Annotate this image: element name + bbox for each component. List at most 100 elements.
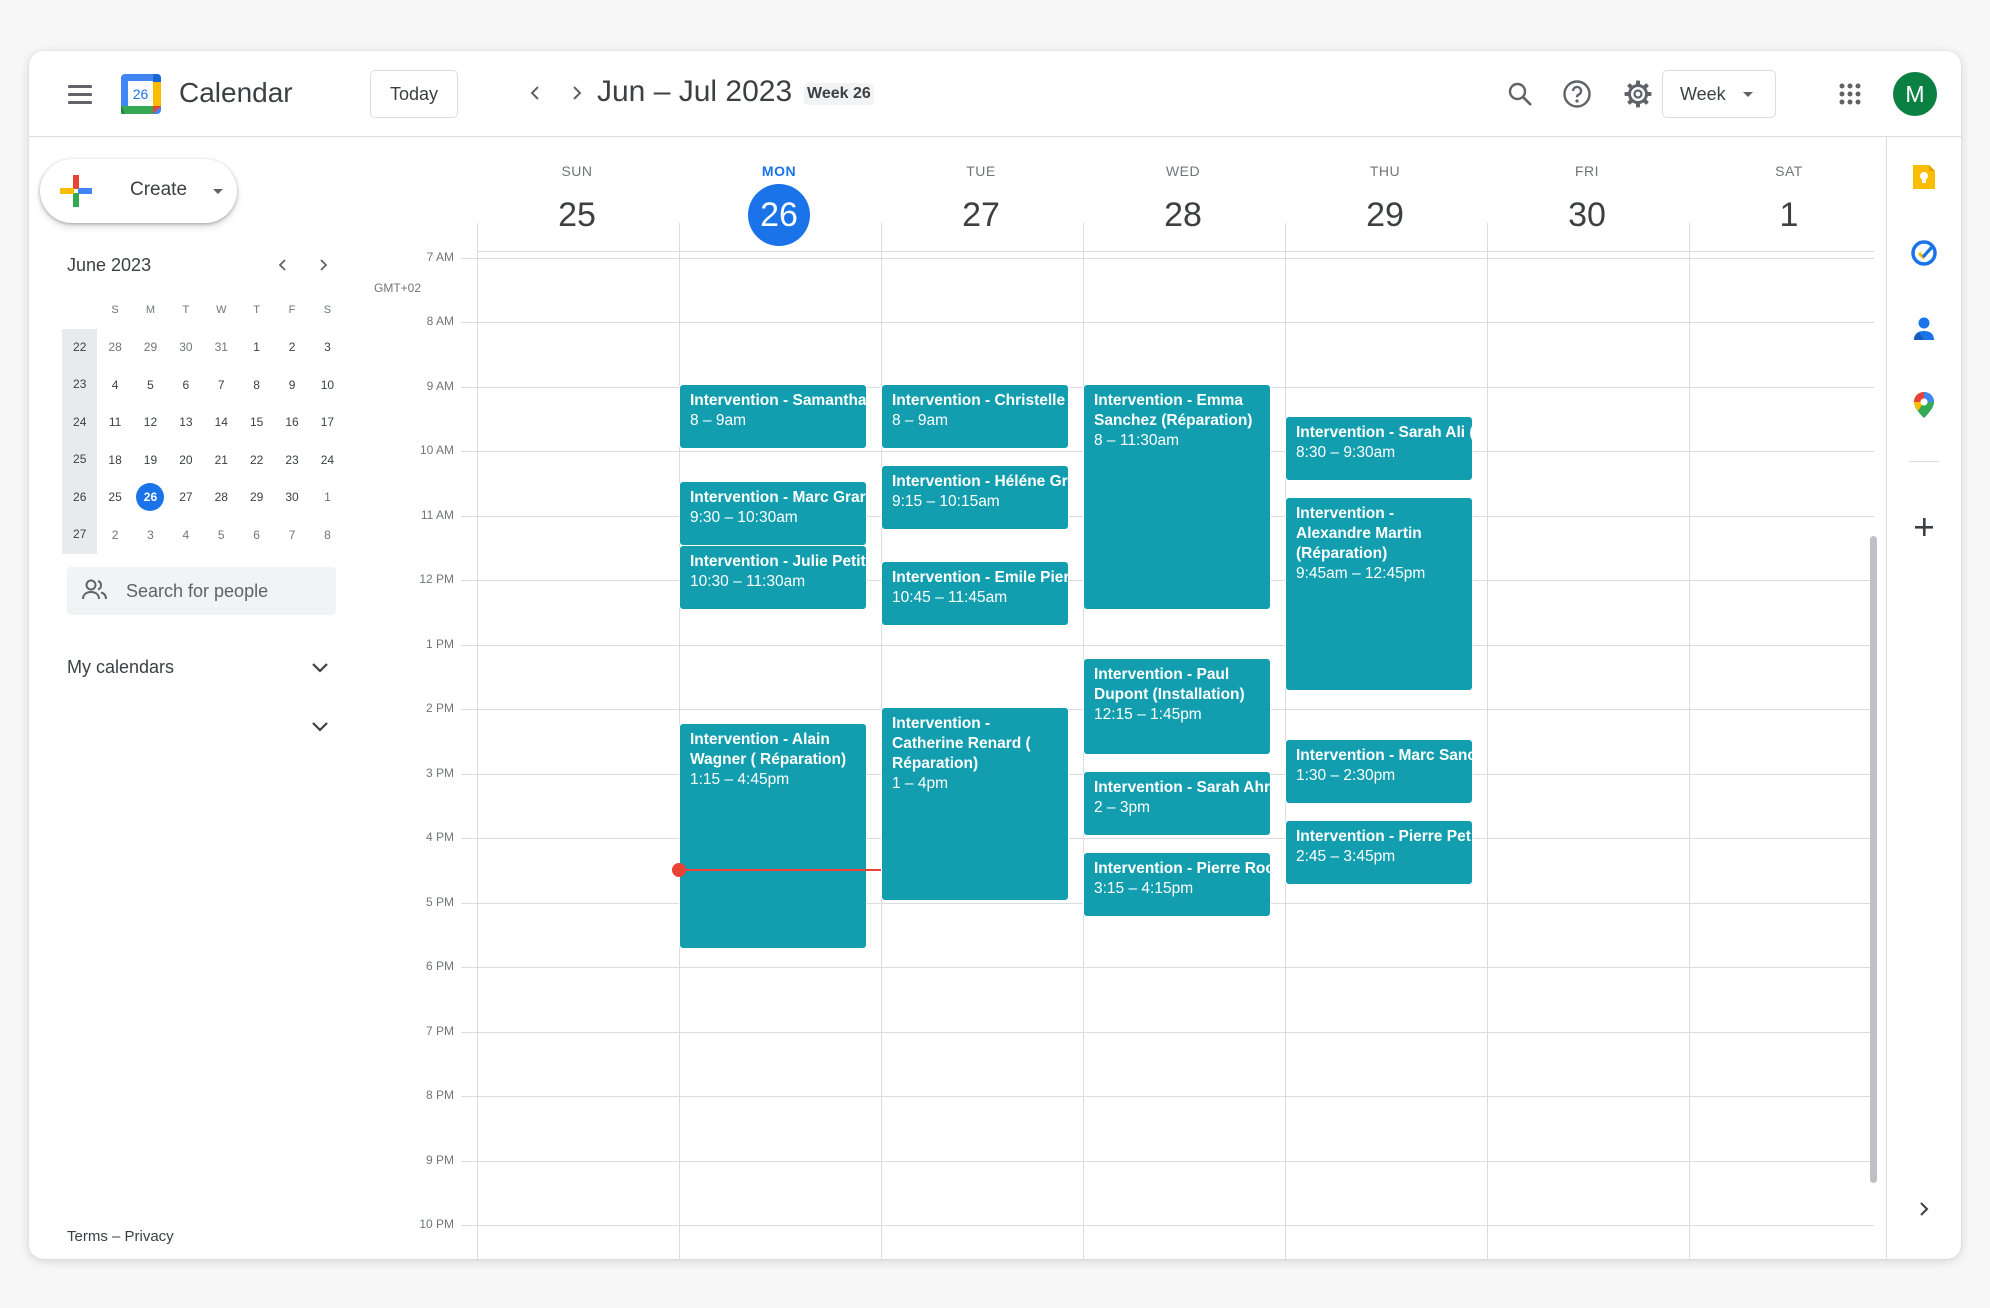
expand-panel-icon[interactable]: [1904, 1189, 1944, 1229]
mini-day[interactable]: 5: [133, 378, 168, 392]
event-wednesday-1[interactable]: Intervention - Emma Sanchez (Réparation)…: [1083, 384, 1271, 610]
create-button[interactable]: Create: [40, 159, 237, 223]
tasks-icon[interactable]: [1904, 233, 1944, 273]
settings-icon[interactable]: [1617, 73, 1659, 115]
today-button[interactable]: Today: [370, 70, 458, 118]
event-wednesday-4[interactable]: Intervention - Pierre Roc 3:15 – 4:15pm: [1083, 852, 1271, 917]
mini-day[interactable]: 27: [168, 490, 203, 504]
day-number[interactable]: 27: [950, 184, 1012, 246]
mini-week-number[interactable]: 23: [62, 366, 98, 404]
day-number[interactable]: 1: [1758, 184, 1820, 246]
mini-day[interactable]: 4: [97, 378, 132, 392]
mini-day[interactable]: 4: [168, 528, 203, 542]
next-week-icon[interactable]: [559, 75, 595, 111]
contacts-icon[interactable]: [1904, 309, 1944, 349]
day-header-thu[interactable]: THU 29: [1284, 137, 1486, 247]
mini-day[interactable]: 24: [310, 453, 345, 467]
mini-day[interactable]: 8: [239, 378, 274, 392]
day-number[interactable]: 28: [1152, 184, 1214, 246]
mini-day[interactable]: 6: [239, 528, 274, 542]
chevron-down-icon[interactable]: [306, 713, 334, 741]
mini-day[interactable]: 3: [133, 528, 168, 542]
maps-icon[interactable]: [1904, 385, 1944, 425]
keep-icon[interactable]: [1904, 157, 1944, 197]
mini-day[interactable]: 19: [133, 453, 168, 467]
mini-day[interactable]: 11: [97, 415, 132, 429]
event-tuesday-1[interactable]: Intervention - Christelle 8 – 9am: [881, 384, 1069, 449]
event-wednesday-2[interactable]: Intervention - Paul Dupont (Installation…: [1083, 658, 1271, 755]
event-monday-1[interactable]: Intervention - Samantha 8 – 9am: [679, 384, 867, 449]
mini-day[interactable]: 16: [274, 415, 309, 429]
day-header-wed[interactable]: WED 28: [1082, 137, 1284, 247]
mini-day[interactable]: 22: [239, 453, 274, 467]
mini-day[interactable]: 23: [274, 453, 309, 467]
mini-day[interactable]: 10: [310, 378, 345, 392]
mini-week-number[interactable]: 25: [62, 441, 98, 479]
view-selector[interactable]: Week: [1662, 70, 1776, 118]
day-number-today[interactable]: 26: [748, 184, 810, 246]
event-tuesday-3[interactable]: Intervention - Emile Pier 10:45 – 11:45a…: [881, 561, 1069, 626]
search-icon[interactable]: [1499, 73, 1541, 115]
mini-day[interactable]: 8: [310, 528, 345, 542]
my-calendars-label[interactable]: My calendars: [67, 657, 174, 678]
mini-day[interactable]: 9: [274, 378, 309, 392]
event-thursday-2[interactable]: Intervention - Alexandre Martin (Réparat…: [1285, 497, 1473, 691]
mini-day[interactable]: 15: [239, 415, 274, 429]
mini-previous-month-icon[interactable]: [269, 251, 297, 279]
account-avatar[interactable]: M: [1893, 72, 1937, 116]
day-header-mon[interactable]: MON 26: [678, 137, 880, 247]
event-thursday-4[interactable]: Intervention - Pierre Pet 2:45 – 3:45pm: [1285, 820, 1473, 885]
mini-week-number[interactable]: 22: [62, 328, 98, 366]
mini-day[interactable]: 7: [274, 528, 309, 542]
mini-selected-day[interactable]: 26: [136, 483, 165, 512]
mini-day[interactable]: 7: [204, 378, 239, 392]
mini-day[interactable]: 20: [168, 453, 203, 467]
day-header-fri[interactable]: FRI 30: [1486, 137, 1688, 247]
day-number[interactable]: 30: [1556, 184, 1618, 246]
grid-scrollbar[interactable]: [1870, 536, 1877, 1183]
mini-day[interactable]: 30: [274, 490, 309, 504]
event-monday-2[interactable]: Intervention - Marc Grar 9:30 – 10:30am: [679, 481, 867, 546]
add-icon[interactable]: [1904, 507, 1944, 547]
apps-grid-icon[interactable]: [1829, 73, 1871, 115]
mini-day[interactable]: 29: [239, 490, 274, 504]
terms-privacy-links[interactable]: Terms – Privacy: [67, 1228, 174, 1245]
mini-day[interactable]: 5: [204, 528, 239, 542]
mini-day[interactable]: 29: [133, 340, 168, 354]
event-tuesday-2[interactable]: Intervention - Héléne Gr 9:15 – 10:15am: [881, 465, 1069, 530]
mini-next-month-icon[interactable]: [309, 251, 337, 279]
event-wednesday-3[interactable]: Intervention - Sarah Ahr 2 – 3pm: [1083, 771, 1271, 836]
mini-day[interactable]: 3: [310, 340, 345, 354]
mini-day-cell[interactable]: 26: [133, 483, 168, 512]
event-thursday-3[interactable]: Intervention - Marc Sanc 1:30 – 2:30pm: [1285, 739, 1473, 804]
mini-day[interactable]: 14: [204, 415, 239, 429]
mini-week-number[interactable]: 27: [62, 516, 98, 554]
day-number[interactable]: 25: [546, 184, 608, 246]
mini-day[interactable]: 6: [168, 378, 203, 392]
mini-day[interactable]: 1: [310, 490, 345, 504]
mini-day[interactable]: 31: [204, 340, 239, 354]
mini-day[interactable]: 13: [168, 415, 203, 429]
mini-day[interactable]: 28: [97, 340, 132, 354]
day-header-sun[interactable]: SUN 25: [476, 137, 678, 247]
mini-day[interactable]: 18: [97, 453, 132, 467]
day-header-sat[interactable]: SAT 1: [1688, 137, 1890, 247]
mini-week-number[interactable]: 26: [62, 478, 98, 516]
day-number[interactable]: 29: [1354, 184, 1416, 246]
event-monday-4[interactable]: Intervention - Alain Wagner ( Réparation…: [679, 723, 867, 949]
mini-day[interactable]: 21: [204, 453, 239, 467]
menu-icon[interactable]: [59, 73, 101, 115]
mini-day[interactable]: 30: [168, 340, 203, 354]
event-thursday-1[interactable]: Intervention - Sarah Ali ( 8:30 – 9:30am: [1285, 416, 1473, 481]
mini-day[interactable]: 25: [97, 490, 132, 504]
chevron-down-icon[interactable]: [306, 654, 334, 682]
event-monday-3[interactable]: Intervention - Julie Petit 10:30 – 11:30…: [679, 545, 867, 610]
mini-day[interactable]: 17: [310, 415, 345, 429]
previous-week-icon[interactable]: [517, 75, 553, 111]
mini-day[interactable]: 12: [133, 415, 168, 429]
event-tuesday-4[interactable]: Intervention - Catherine Renard ( Répara…: [881, 707, 1069, 901]
mini-day[interactable]: 28: [204, 490, 239, 504]
day-header-tue[interactable]: TUE 27: [880, 137, 1082, 247]
people-search-input[interactable]: [126, 567, 326, 615]
help-icon[interactable]: [1556, 73, 1598, 115]
